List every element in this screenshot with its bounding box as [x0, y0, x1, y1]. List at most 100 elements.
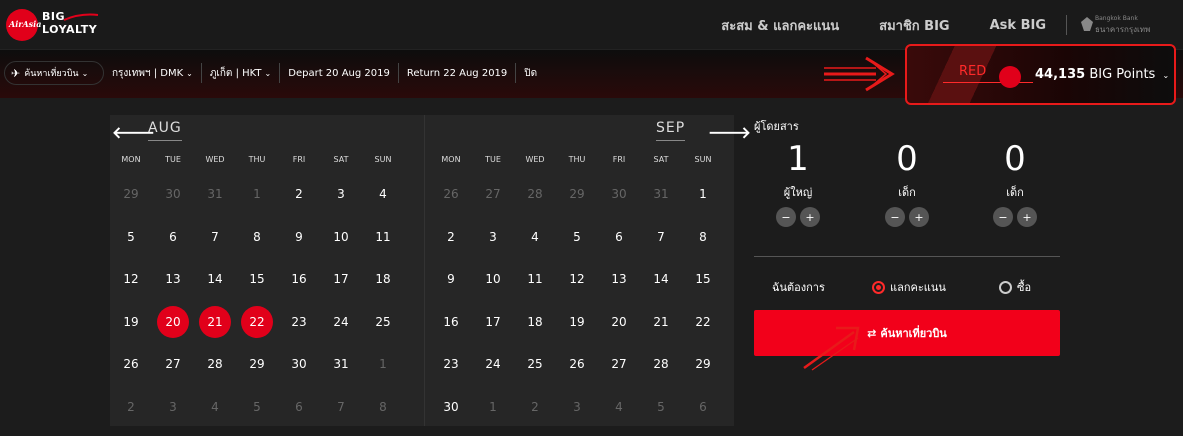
day-number: 31: [333, 357, 349, 372]
big-points-panel[interactable]: RED 44,135 BIG Points ⌄: [905, 44, 1176, 105]
partner-name-th: ธนาคารกรุงเทพ: [1095, 25, 1151, 34]
origin-selector[interactable]: กรุงเทพฯ | DMK ⌄: [112, 63, 201, 83]
calendar-day[interactable]: 31: [320, 343, 362, 386]
decrement-button[interactable]: −: [776, 207, 796, 227]
calendar-day[interactable]: 15: [682, 258, 724, 301]
calendar-day[interactable]: 13: [152, 258, 194, 301]
calendar-day[interactable]: 10: [320, 216, 362, 259]
calendar-day[interactable]: 18: [362, 258, 404, 301]
redeem-option[interactable]: แลกคะแนน: [872, 278, 946, 296]
calendar-day[interactable]: 17: [472, 301, 514, 344]
calendar-day[interactable]: 16: [278, 258, 320, 301]
main-nav: สะสม & แลกคะแนน สมาชิก BIG Ask BIG Bangk…: [701, 0, 1183, 50]
calendar-day[interactable]: 28: [640, 343, 682, 386]
trip-type-dropdown[interactable]: ✈ ค้นหาเที่ยวบิน ⌄: [4, 61, 104, 85]
calendar-day[interactable]: 7: [640, 216, 682, 259]
calendar-day: 6: [278, 386, 320, 429]
chevron-down-icon: ⌄: [186, 68, 193, 78]
radio-redeem[interactable]: [872, 280, 885, 294]
calendar-day[interactable]: 19: [556, 301, 598, 344]
calendar-day[interactable]: 8: [236, 216, 278, 259]
calendar-day[interactable]: 24: [472, 343, 514, 386]
calendar-day[interactable]: 4: [514, 216, 556, 259]
calendar-day-selected[interactable]: 21: [194, 301, 236, 344]
calendar-day: 2: [110, 386, 152, 429]
calendar-day[interactable]: 3: [320, 173, 362, 216]
calendar-day[interactable]: 13: [598, 258, 640, 301]
destination-selector[interactable]: ภูเก็ต | HKT ⌄: [200, 63, 279, 83]
calendar-day: 27: [472, 173, 514, 216]
radio-buy[interactable]: [999, 280, 1012, 294]
calendar-day[interactable]: 7: [194, 216, 236, 259]
calendar-day[interactable]: 6: [152, 216, 194, 259]
next-month-arrow-icon[interactable]: 🡒: [708, 122, 751, 142]
buy-option[interactable]: ซื้อ: [999, 278, 1031, 296]
calendar-day[interactable]: 4: [362, 173, 404, 216]
return-date[interactable]: Return 22 Aug 2019: [397, 63, 515, 83]
calendar-day[interactable]: 25: [362, 301, 404, 344]
calendar-day[interactable]: 12: [556, 258, 598, 301]
calendar-day[interactable]: 21: [640, 301, 682, 344]
calendar-day[interactable]: 6: [598, 216, 640, 259]
weekday-label: THU: [248, 155, 266, 164]
decrement-button[interactable]: −: [885, 207, 905, 227]
calendar-day[interactable]: 9: [430, 258, 472, 301]
calendar-day[interactable]: 8: [682, 216, 724, 259]
calendar-day[interactable]: 26: [556, 343, 598, 386]
calendar-day[interactable]: 24: [320, 301, 362, 344]
decrement-button[interactable]: −: [993, 207, 1013, 227]
calendar-day[interactable]: 5: [556, 216, 598, 259]
day-number: 15: [695, 272, 711, 287]
calendar-day[interactable]: 9: [278, 216, 320, 259]
chevron-down-icon: ⌄: [264, 68, 272, 78]
calendar-day[interactable]: 12: [110, 258, 152, 301]
pax-count: 0: [896, 139, 918, 179]
calendar-day[interactable]: 19: [110, 301, 152, 344]
calendar-day-selected[interactable]: 22: [236, 301, 278, 344]
calendar-day[interactable]: 16: [430, 301, 472, 344]
calendar-day[interactable]: 1: [682, 173, 724, 216]
calendar-day[interactable]: 18: [514, 301, 556, 344]
bangkok-bank-logo[interactable]: Bangkok Bank ธนาคารกรุงเทพ: [1081, 14, 1167, 36]
trip-type-label: ค้นหาเที่ยวบิน: [24, 69, 79, 79]
calendar-day[interactable]: 15: [236, 258, 278, 301]
calendar-day-selected[interactable]: 20: [152, 301, 194, 344]
day-number: 14: [207, 272, 223, 287]
calendar-day[interactable]: 10: [472, 258, 514, 301]
calendar-day[interactable]: 2: [278, 173, 320, 216]
increment-button[interactable]: +: [1017, 207, 1037, 227]
day-number: 29: [695, 357, 711, 372]
calendar-day[interactable]: 20: [598, 301, 640, 344]
calendar-day[interactable]: 22: [682, 301, 724, 344]
depart-date[interactable]: Depart 20 Aug 2019: [279, 63, 398, 83]
day-number: 30: [165, 187, 181, 202]
calendar-day[interactable]: 29: [682, 343, 724, 386]
nav-earn-redeem[interactable]: สะสม & แลกคะแนน: [721, 15, 839, 36]
day-number: 2: [531, 399, 539, 414]
calendar-day[interactable]: 5: [110, 216, 152, 259]
increment-button[interactable]: +: [800, 207, 820, 227]
increment-button[interactable]: +: [909, 207, 929, 227]
calendar-day[interactable]: 25: [514, 343, 556, 386]
calendar-day: 31: [194, 173, 236, 216]
calendar-day[interactable]: 27: [152, 343, 194, 386]
calendar-day[interactable]: 29: [236, 343, 278, 386]
calendar-day[interactable]: 11: [362, 216, 404, 259]
calendar-day[interactable]: 26: [110, 343, 152, 386]
calendar-day[interactable]: 23: [430, 343, 472, 386]
calendar-day[interactable]: 14: [194, 258, 236, 301]
nav-ask-big[interactable]: Ask BIG: [990, 18, 1046, 33]
airasia-big-logo[interactable]: AirAsia BIG LOYALTY: [6, 8, 99, 42]
calendar-day[interactable]: 23: [278, 301, 320, 344]
calendar-day[interactable]: 17: [320, 258, 362, 301]
calendar-day[interactable]: 14: [640, 258, 682, 301]
close-search-button[interactable]: ปิด: [515, 63, 545, 83]
calendar-day[interactable]: 30: [430, 386, 472, 429]
calendar-day[interactable]: 3: [472, 216, 514, 259]
calendar-day[interactable]: 11: [514, 258, 556, 301]
calendar-day[interactable]: 2: [430, 216, 472, 259]
calendar-day[interactable]: 30: [278, 343, 320, 386]
calendar-day[interactable]: 28: [194, 343, 236, 386]
nav-membership[interactable]: สมาชิก BIG: [879, 15, 949, 36]
calendar-day[interactable]: 27: [598, 343, 640, 386]
